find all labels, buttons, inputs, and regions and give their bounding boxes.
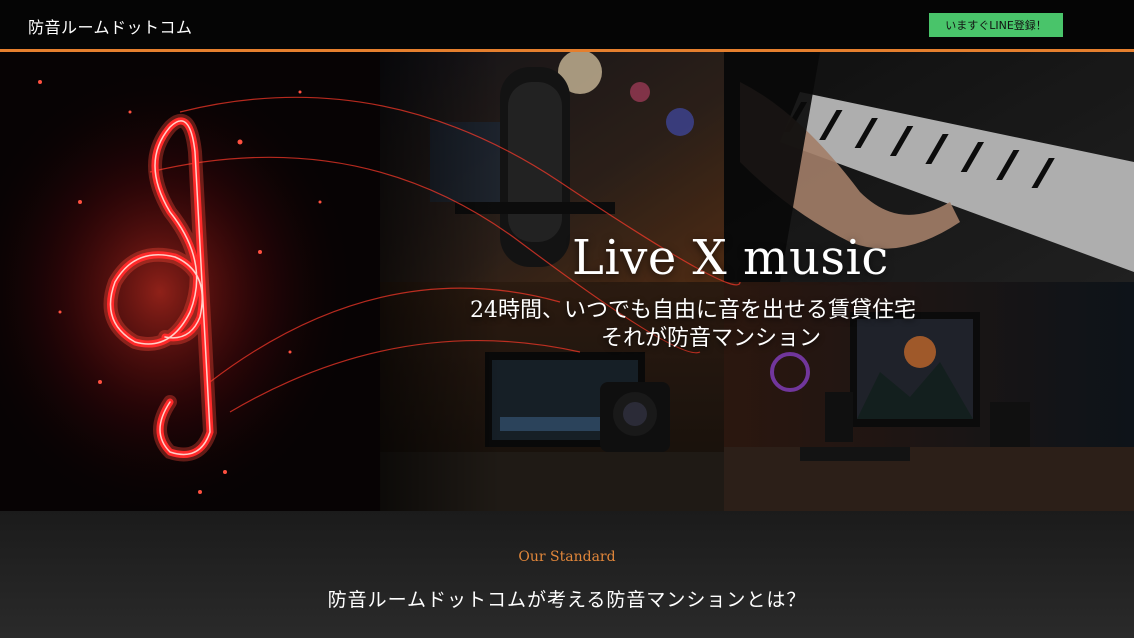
hero-collage (0, 52, 1134, 511)
section-label: Our Standard (518, 549, 616, 565)
hero-section: Live X music 24時間、いつでも自由に音を出せる賃貸住宅 それが防音… (0, 52, 1134, 511)
hero-subtitle-line2: それが防音マンション (601, 326, 822, 351)
site-title[interactable]: 防音ルームドットコム (28, 14, 193, 38)
line-register-button[interactable]: いますぐLINE登録！ (929, 13, 1063, 37)
site-header: 防音ルームドットコム いますぐLINE登録！ (0, 0, 1134, 52)
hero-title: Live X music (572, 230, 889, 286)
section-heading: 防音ルームドットコムが考える防音マンションとは？ (327, 589, 807, 611)
standard-section: Our Standard 防音ルームドットコムが考える防音マンションとは？ (0, 511, 1134, 638)
